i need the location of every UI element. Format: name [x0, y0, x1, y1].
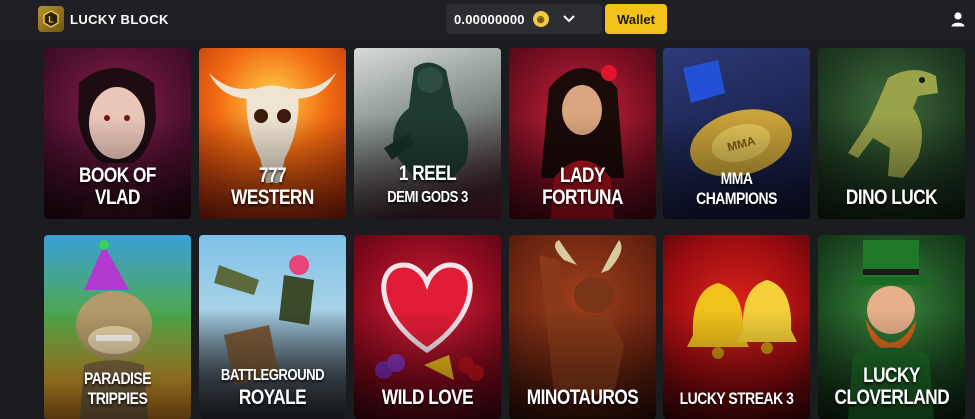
game-title: BATTLEGROUND ROYALE [216, 363, 330, 409]
game-title-line2: ROYALE [238, 386, 307, 409]
game-tile[interactable]: 1 REEL DEMI GODS 3 [354, 48, 501, 219]
game-tile[interactable]: LUCKY CLOVERLAND [818, 235, 965, 419]
game-title-line1: 1 REEL [398, 162, 457, 185]
game-tile[interactable]: 777 WESTERN [199, 48, 346, 219]
game-title-line2: FORTUNA [542, 186, 623, 209]
game-tile[interactable]: BATTLEGROUND ROYALE [199, 235, 346, 419]
game-title-line1: LADY [560, 164, 605, 187]
game-title-line1: BATTLEGROUND [220, 367, 325, 384]
game-title: MMA CHAMPIONS [696, 169, 777, 208]
game-title-line1: LUCKY [863, 364, 920, 387]
game-title: DINO LUCK [845, 186, 938, 209]
game-title: PARADISE TRIPPIES [83, 369, 152, 408]
game-title: LUCKY CLOVERLAND [834, 364, 950, 409]
game-title: WILD LOVE [381, 386, 474, 409]
game-tile[interactable]: MMA MMA CHAMPIONS [663, 48, 810, 219]
game-title: 1 REEL DEMI GODS 3 [371, 163, 485, 209]
game-title-line2: DEMI GODS 3 [387, 189, 468, 206]
game-title: MINOTAUROS [526, 386, 639, 409]
game-tile[interactable]: DINO LUCK [818, 48, 965, 219]
game-tile[interactable]: BOOK OF VLAD [44, 48, 191, 219]
game-title: 777 WESTERN [231, 164, 314, 209]
game-title: BOOK OF VLAD [79, 164, 156, 209]
game-title-line2: CLOVERLAND [834, 386, 950, 409]
game-tile[interactable]: MINOTAUROS [509, 235, 656, 419]
game-tile[interactable]: LADY FORTUNA [509, 48, 656, 219]
game-grid: BOOK OF VLAD 777 WESTERN 1 REEL DEMI GODS… [0, 0, 975, 419]
game-title: LADY FORTUNA [526, 165, 640, 209]
game-tile[interactable]: PARADISE TRIPPIES [44, 235, 191, 419]
game-tile[interactable]: LUCKY STREAK 3 [663, 235, 810, 419]
game-title: LUCKY STREAK 3 [679, 389, 794, 408]
game-tile[interactable]: WILD LOVE [354, 235, 501, 419]
